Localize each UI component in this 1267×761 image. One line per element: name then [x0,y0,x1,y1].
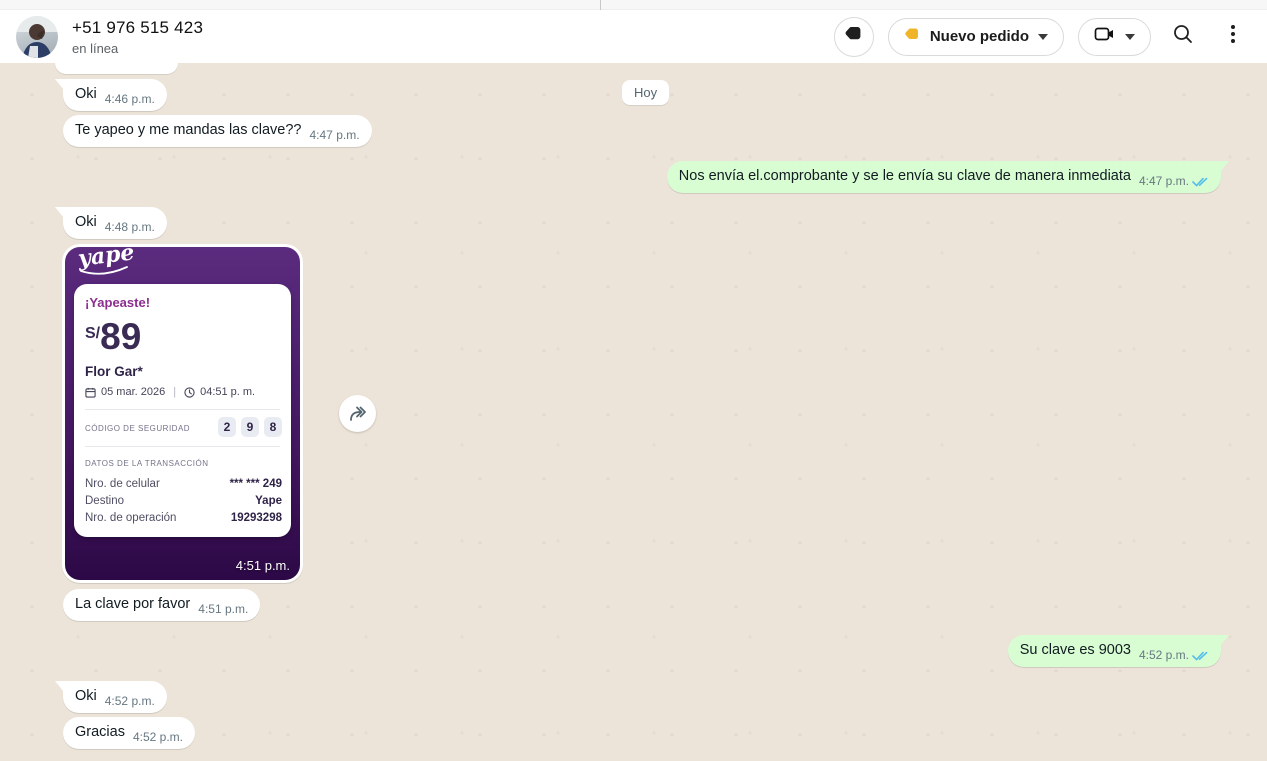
security-digit: 2 [218,417,236,437]
message-bubble-outgoing[interactable]: Su clave es 9003 4:52 p.m. [1008,635,1221,667]
contact-status: en línea [72,41,203,56]
date-divider: Hoy [622,80,669,105]
receipt-time: 04:51 p. m. [200,386,255,398]
new-order-button[interactable]: Nuevo pedido [888,18,1064,56]
message-bubble-outgoing[interactable]: Nos envía el.comprobante y se le envía s… [667,161,1221,193]
message-time: 4:52 p.m. [105,694,155,708]
svg-text:yape: yape [76,247,136,272]
separator: | [173,386,176,398]
image-message-time: 4:51 p.m. [236,558,290,573]
currency-symbol: S/ [85,325,100,343]
forward-message-button[interactable] [339,395,376,432]
receipt-amount: S/ 89 [85,318,141,356]
avatar-photo [16,16,58,58]
forward-arrow-icon [347,404,368,423]
video-call-button[interactable] [1078,18,1151,56]
transaction-row: Destino Yape [85,495,282,507]
message-time: 4:51 p.m. [198,602,248,616]
message-time: 4:46 p.m. [105,92,155,106]
security-digit: 8 [264,417,282,437]
clock-icon [184,387,195,398]
window-top-strip [0,0,1267,10]
receipt-date: 05 mar. 2026 [101,386,165,398]
message-bubble-incoming[interactable]: Te yapeo y me mandas las clave?? 4:47 p.… [63,115,372,147]
message-text: Nos envía el.comprobante y se le envía s… [679,167,1131,186]
receipt-card: ¡Yapeaste! S/ 89 Flor Gar* 05 mar. 2026 … [74,284,291,537]
conversation-panel[interactable]: Hoy Oki 4:46 p.m. Te yapeo y me mandas l… [0,63,1267,761]
row-value: *** *** 249 [230,478,282,490]
amount-value: 89 [100,318,141,356]
yape-logo: yape [73,247,145,281]
transaction-row: Nro. de celular *** *** 249 [85,478,282,490]
security-digit: 9 [241,417,259,437]
row-label: Nro. de operación [85,512,176,524]
message-bubble-incoming[interactable]: Oki 4:48 p.m. [63,207,167,239]
contact-avatar[interactable] [16,16,58,58]
message-text: Gracias [75,723,125,742]
kebab-menu-icon [1230,24,1236,49]
row-label: Destino [85,495,124,507]
search-button[interactable] [1165,19,1201,55]
message-text: Te yapeo y me mandas las clave?? [75,121,302,140]
contact-info[interactable]: +51 976 515 423 en línea [72,18,203,56]
message-bubble-incoming[interactable]: Oki 4:52 p.m. [63,681,167,713]
message-text: Oki [75,687,97,706]
message-bubble-incoming[interactable]: Gracias 4:52 p.m. [63,717,195,749]
message-text: Oki [75,213,97,232]
message-time: 4:47 p.m. [1139,174,1189,188]
transaction-row: Nro. de operación 19293298 [85,512,282,524]
labels-icon [844,24,864,49]
new-order-label: Nuevo pedido [930,28,1029,45]
message-bubble-incoming[interactable]: La clave por favor 4:51 p.m. [63,589,260,621]
video-call-icon [1094,25,1116,48]
message-time: 4:52 p.m. [133,730,183,744]
receipt-datetime: 05 mar. 2026 | 04:51 p. m. [85,386,255,398]
message-text: La clave por favor [75,595,190,614]
yape-receipt: yape ¡Yapeaste! S/ 89 Flor Gar* [65,247,300,580]
message-meta: 4:52 p.m. [1139,648,1209,662]
image-message-yape-receipt[interactable]: yape ¡Yapeaste! S/ 89 Flor Gar* [62,244,303,583]
read-receipt-icon [1192,176,1209,187]
divider [85,409,280,410]
message-meta: 4:47 p.m. [1139,174,1209,188]
partial-message-bubble [55,60,178,74]
message-bubble-incoming[interactable]: Oki 4:46 p.m. [63,79,167,111]
search-icon [1172,23,1194,50]
message-text: Oki [75,85,97,104]
labels-button[interactable] [834,17,874,57]
chevron-down-icon [1125,34,1135,40]
message-time: 4:52 p.m. [1139,648,1189,662]
chat-header: +51 976 515 423 en línea Nuevo pedido [0,10,1267,63]
calendar-icon [85,387,96,398]
row-value: 19293298 [231,512,282,524]
order-tag-icon [904,26,921,48]
read-receipt-icon [1192,650,1209,661]
recipient-name: Flor Gar* [85,364,143,379]
contact-name: +51 976 515 423 [72,18,203,38]
message-time: 4:47 p.m. [310,128,360,142]
transaction-data-label: DATOS DE LA TRANSACCIÓN [85,459,209,468]
security-code-label: CÓDIGO DE SEGURIDAD [85,424,190,433]
message-time: 4:48 p.m. [105,220,155,234]
message-text: Su clave es 9003 [1020,641,1131,660]
pane-divider [600,0,601,10]
menu-button[interactable] [1215,19,1251,55]
receipt-title: ¡Yapeaste! [85,295,150,310]
security-code: 2 9 8 [218,417,282,437]
row-value: Yape [255,495,282,507]
chevron-down-icon [1038,34,1048,40]
row-label: Nro. de celular [85,478,160,490]
divider [85,446,280,447]
header-actions: Nuevo pedido [834,17,1251,57]
